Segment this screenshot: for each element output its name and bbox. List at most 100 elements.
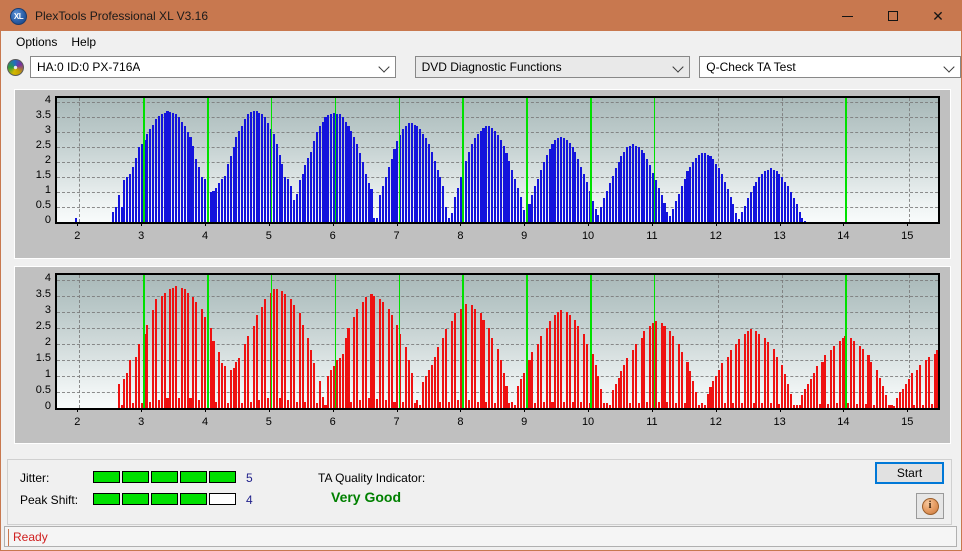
chart-bar — [287, 178, 290, 222]
chart-bar — [152, 310, 155, 408]
chart-bar — [402, 401, 405, 408]
chart-bar — [870, 361, 873, 408]
chart-bar — [574, 151, 577, 222]
peak-shift-label: Peak Shift: — [20, 493, 79, 507]
chart-bar — [697, 154, 701, 222]
info-button[interactable]: i — [916, 493, 944, 519]
maximize-button[interactable] — [870, 1, 915, 31]
test-select[interactable]: Q-Check TA Test — [699, 56, 961, 78]
meter-segment — [180, 493, 207, 505]
marker-line — [590, 98, 592, 222]
chart-bar — [327, 375, 330, 408]
x-axis-tick — [540, 408, 542, 410]
chart-bar — [376, 399, 379, 408]
menu-item-help[interactable]: Help — [64, 33, 103, 51]
chart-bar — [433, 160, 436, 222]
x-axis-tick — [109, 408, 111, 410]
chart-bar — [313, 363, 316, 408]
x-axis-tick-label: 9 — [521, 416, 528, 428]
chart-bar — [379, 195, 382, 222]
drive-select[interactable]: HA:0 ID:0 PX-716A — [29, 56, 396, 78]
meter-segment — [151, 471, 178, 483]
chart-bar — [384, 400, 387, 408]
chart-bar — [519, 196, 522, 222]
chart-bar — [838, 340, 841, 408]
chart-bar — [775, 171, 778, 222]
chart-bar — [134, 157, 137, 222]
chart-bar — [881, 385, 884, 408]
chart-bar — [488, 126, 491, 222]
chart-bar — [330, 369, 333, 408]
chart-bar — [878, 377, 881, 408]
chart-bar — [407, 359, 410, 408]
chart-bar — [379, 299, 382, 408]
x-axis-tick-label: 4 — [201, 230, 209, 242]
function-select-value: DVD Diagnostic Functions — [421, 60, 562, 74]
marker-line — [845, 275, 847, 408]
chart-bar — [448, 401, 451, 408]
chart-bar — [212, 340, 215, 408]
chart-bar — [473, 308, 476, 408]
y-axis-tick-label: 2 — [44, 335, 51, 348]
chart-bar — [482, 127, 485, 222]
function-select[interactable]: DVD Diagnostic Functions — [414, 56, 691, 78]
chart-bar — [307, 157, 310, 222]
chart-bar — [649, 165, 652, 222]
minimize-button[interactable] — [825, 1, 870, 31]
x-axis-tick — [715, 408, 717, 412]
chart-bar — [568, 315, 571, 408]
marker-line — [462, 98, 464, 222]
close-button[interactable]: ✕ — [915, 1, 961, 31]
chart-bar — [249, 401, 252, 408]
chart-bar — [617, 377, 620, 408]
chart-bar — [284, 294, 287, 408]
jitter-value: 5 — [246, 471, 253, 485]
chart-bar — [390, 159, 393, 222]
y-axis-tick-label: 3 — [44, 303, 51, 316]
chart-bar — [341, 353, 344, 408]
chart-bar — [393, 401, 396, 408]
x-axis-tick — [540, 222, 542, 224]
chart-bar — [528, 204, 531, 222]
chart-bar — [183, 289, 186, 408]
chart-bar — [761, 174, 764, 222]
marker-line — [398, 275, 401, 408]
chart-bar — [893, 406, 896, 408]
chart-bar — [749, 329, 752, 408]
chart-bar — [511, 401, 514, 408]
chevron-down-icon — [674, 62, 683, 71]
chart-bar — [482, 319, 485, 408]
chart-bar — [522, 210, 525, 222]
chart-bar — [554, 139, 557, 222]
gridline-horizontal — [57, 279, 938, 281]
chart-bar — [560, 136, 563, 222]
chart-bar — [752, 403, 755, 408]
chart-bar — [608, 404, 611, 408]
x-axis-tick — [492, 408, 494, 410]
chart-bar — [132, 403, 135, 408]
chart-bar — [163, 112, 166, 222]
chart-bar — [620, 371, 623, 408]
chart-bar — [514, 404, 517, 408]
chart-bar — [241, 126, 244, 222]
x-axis-tick — [236, 408, 238, 410]
menu-item-options[interactable]: Options — [9, 33, 64, 51]
x-axis-tick — [236, 222, 238, 224]
chart-bar — [930, 404, 933, 408]
chart-bar — [695, 157, 698, 222]
jitter-label: Jitter: — [20, 471, 50, 485]
chart-bar — [450, 321, 453, 408]
app-logo-icon: XL — [10, 7, 27, 25]
chart-bar — [795, 204, 798, 222]
chart-bar — [755, 331, 758, 408]
chart-bar — [324, 404, 327, 408]
x-axis-tick — [492, 222, 494, 224]
maximize-icon — [887, 11, 898, 21]
x-axis-tick-label: 8 — [457, 416, 464, 428]
chart-bar — [149, 401, 152, 408]
chart-bar — [680, 351, 683, 408]
start-button[interactable]: Start — [875, 462, 944, 484]
chart-bar — [356, 144, 359, 222]
drive-select-value: HA:0 ID:0 PX-716A — [36, 60, 141, 74]
chart-bar — [373, 217, 376, 222]
